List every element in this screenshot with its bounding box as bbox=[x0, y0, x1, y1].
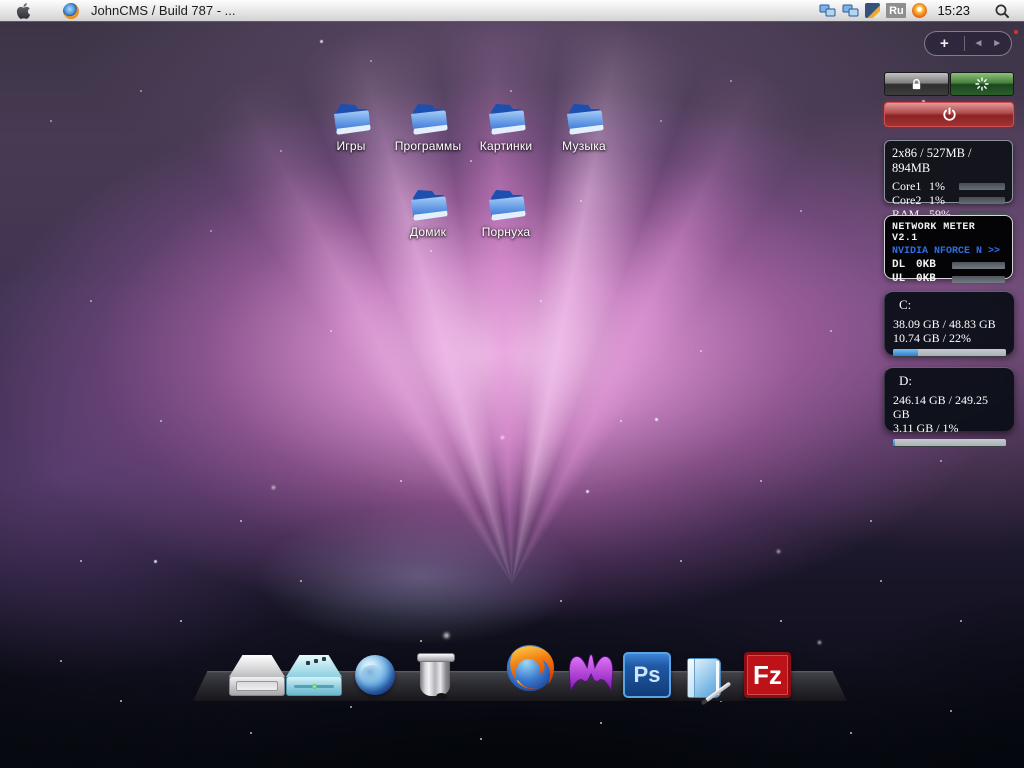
firefox-taskbar-icon[interactable] bbox=[63, 3, 79, 19]
desktop-screen: JohnCMS / Build 787 - ... Ru 15:23 Игры bbox=[0, 0, 1024, 768]
firefox-icon bbox=[503, 641, 557, 695]
dock-item-trash[interactable] bbox=[420, 658, 450, 696]
search-icon[interactable] bbox=[994, 3, 1010, 19]
dock-item-photoshop[interactable]: Ps bbox=[623, 652, 671, 698]
network-tray-icon[interactable] bbox=[819, 3, 836, 18]
dock-item-filezilla[interactable]: Fz bbox=[744, 652, 791, 698]
firewire-drive-icon bbox=[286, 655, 342, 696]
menu-bar: JohnCMS / Build 787 - ... Ru 15:23 bbox=[0, 0, 1024, 22]
menu-clock[interactable]: 15:23 bbox=[937, 3, 970, 18]
dock-item-firefox[interactable] bbox=[503, 641, 557, 700]
miranda-icon bbox=[566, 646, 616, 692]
dock-item-text-editor[interactable] bbox=[687, 658, 721, 698]
active-window-title[interactable]: JohnCMS / Build 787 - ... bbox=[91, 3, 236, 18]
dock: Ps Fz bbox=[0, 0, 1024, 768]
language-indicator[interactable]: Ru bbox=[886, 3, 906, 18]
dock-item-miranda-im[interactable] bbox=[566, 646, 616, 697]
photoshop-icon: Ps bbox=[623, 652, 671, 698]
filezilla-label: Fz bbox=[753, 660, 782, 691]
filezilla-icon: Fz bbox=[744, 652, 791, 698]
photoshop-label: Ps bbox=[634, 662, 661, 688]
orange-app-tray-icon[interactable] bbox=[912, 3, 927, 18]
dock-item-network-globe[interactable] bbox=[355, 655, 395, 695]
globe-icon bbox=[355, 655, 395, 695]
apple-menu-icon[interactable] bbox=[16, 2, 31, 20]
dock-item-firewire-drive[interactable] bbox=[286, 655, 342, 696]
dock-item-hard-drive[interactable] bbox=[229, 655, 285, 696]
trash-icon bbox=[420, 658, 450, 696]
app-tray-icon[interactable] bbox=[865, 3, 880, 18]
network-tray-icon-2[interactable] bbox=[842, 3, 859, 18]
hard-drive-icon bbox=[229, 655, 285, 696]
